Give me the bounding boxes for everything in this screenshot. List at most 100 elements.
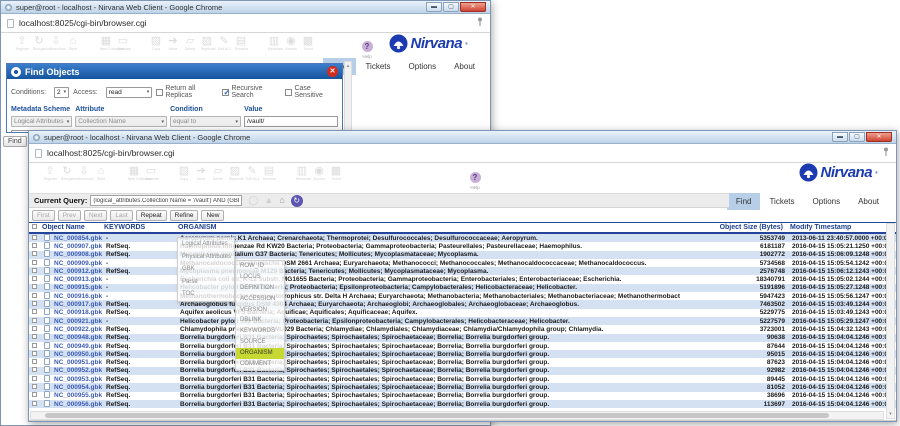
row-checkbox[interactable] [32, 318, 37, 323]
toolbar-button[interactable]: ▩ Ticket [301, 35, 315, 51]
row-checkbox[interactable] [32, 309, 37, 314]
toolbar-button[interactable]: ▩ Ticket [329, 165, 343, 181]
menu-item[interactable]: DBLINK [236, 315, 284, 326]
menu-item[interactable]: ORGANISM [236, 348, 284, 359]
help-button[interactable]: ? Help [467, 167, 483, 190]
object-name-link[interactable]: NC_000913.gbk [54, 276, 106, 283]
toolbar-button[interactable]: ▭ Annotate [116, 35, 130, 51]
select-all-checkbox[interactable] [32, 224, 37, 229]
up-icon[interactable]: ▲ [264, 195, 273, 206]
menu-item[interactable]: TOC [178, 288, 234, 301]
row-checkbox[interactable] [32, 359, 37, 364]
row-checkbox[interactable] [32, 293, 37, 298]
nav-button[interactable]: New [201, 210, 224, 221]
toolbar-button[interactable]: ✎ Edit ACL [245, 165, 259, 181]
maximize-button[interactable]: ▢ [443, 2, 459, 12]
row-checkbox[interactable] [32, 235, 37, 240]
toolbar-button[interactable]: ⌂ Store [66, 35, 80, 51]
object-name-link[interactable]: NC_000909.gbk [54, 260, 106, 267]
object-name-link[interactable]: NC_000948.gbk [54, 334, 106, 341]
menu-item[interactable]: KEYWORDS [236, 326, 284, 337]
title-bar[interactable]: super@root - localhost - Nirvana Web Cli… [29, 131, 896, 144]
scheme-select[interactable]: Logical Attributes [11, 116, 72, 127]
access-select[interactable]: read [106, 87, 153, 98]
row-checkbox[interactable] [32, 376, 37, 381]
menu-item[interactable]: ROW_ID [236, 261, 284, 272]
object-name-link[interactable]: NC_000921.gbk [54, 318, 106, 325]
nav-button[interactable]: Prev [58, 210, 81, 221]
toolbar-button[interactable]: ▱ Delete [183, 35, 197, 51]
scrollbar-horizontal[interactable] [30, 411, 884, 420]
row-checkbox[interactable] [32, 268, 37, 273]
title-bar[interactable]: super@root - localhost - Nirvana Web Cli… [1, 1, 490, 14]
attribute-select[interactable]: Collection Name [75, 116, 167, 127]
object-name-link[interactable]: NC_000951.gbk [54, 359, 106, 366]
toolbar-button[interactable]: ➔ Move [194, 165, 208, 181]
scrollbar-thumb[interactable] [45, 413, 829, 418]
col-organism[interactable]: ORGANISM [178, 224, 678, 231]
toolbar-button[interactable]: ✎ Edit ACL [217, 35, 231, 51]
close-button[interactable]: ✕ [866, 132, 892, 142]
row-checkbox[interactable] [32, 326, 37, 331]
toolbar-button[interactable]: ▧ Copy [149, 35, 163, 51]
address-bar[interactable]: localhost:8025/cgi-bin/browser.cgi [29, 144, 896, 163]
row-checkbox[interactable] [32, 334, 37, 339]
object-name-link[interactable]: NC_000918.gbk [54, 309, 106, 316]
row-checkbox[interactable] [32, 343, 37, 348]
toolbar-button[interactable]: ➔ Move [166, 35, 180, 51]
scrollbar-vertical[interactable]: ▴ [344, 61, 352, 131]
nav-tab[interactable]: Find [727, 193, 761, 210]
object-name-link[interactable]: NC_000908.gbk [54, 251, 106, 258]
nav-button[interactable]: First [32, 210, 55, 221]
scrollbar-vertical[interactable]: ▾ [886, 223, 895, 419]
toolbar-button[interactable]: ↻ Reorganize [60, 165, 74, 181]
col-keywords[interactable]: KEYWORDS [104, 224, 178, 231]
nav-tab[interactable]: Options [804, 193, 850, 210]
menu-item[interactable]: Parse [178, 276, 234, 289]
row-checkbox[interactable] [32, 301, 37, 306]
row-checkbox[interactable] [32, 384, 37, 389]
url-text[interactable]: localhost:8025/cgi-bin/browser.cgi [19, 18, 472, 28]
toolbar-button[interactable]: ▦ New Collection [99, 35, 113, 51]
row-checkbox[interactable] [32, 351, 37, 356]
toolbar-button[interactable]: ◉ Access [284, 35, 298, 51]
conditions-select[interactable]: 2 [54, 87, 69, 98]
toolbar-button[interactable]: ◉ Access [312, 165, 326, 181]
toolbar-button[interactable]: ▱ Delete [211, 165, 225, 181]
menu-item[interactable]: LOCUS [236, 272, 284, 283]
object-name-link[interactable]: NC_000952.gbk [54, 367, 106, 374]
pin-icon[interactable] [476, 14, 484, 32]
object-name-link[interactable]: NC_000912.gbk [54, 268, 106, 275]
menu-item[interactable]: SOURCE [236, 337, 284, 348]
object-name-link[interactable]: NC_000915.gbk [54, 284, 106, 291]
find-button[interactable]: Find [3, 136, 27, 147]
toolbar-button[interactable]: ↻ Reorganize [32, 35, 46, 51]
checkbox[interactable] [156, 89, 163, 96]
object-name-link[interactable]: NC_000907.gbk [54, 243, 106, 250]
address-bar[interactable]: localhost:8025/cgi-bin/browser.cgi [1, 14, 490, 33]
url-text[interactable]: localhost:8025/cgi-bin/browser.cgi [47, 148, 878, 158]
close-button[interactable]: ✕ [460, 2, 486, 12]
toolbar-button[interactable]: ⇧ Register [43, 165, 57, 181]
home-icon[interactable]: ⌂ [279, 195, 284, 206]
menu-item[interactable]: COMMENT [236, 359, 284, 370]
toolbar-button[interactable]: ▤ Rename [234, 35, 248, 51]
nav-tab[interactable]: About [849, 193, 888, 210]
col-object-size[interactable]: Object Size (Bytes) [678, 224, 783, 231]
object-name-link[interactable]: NC_000953.gbk [54, 376, 106, 383]
refresh-icon[interactable]: ↻ [291, 195, 303, 207]
menu-item[interactable]: DEFINITION [236, 283, 284, 294]
help-button[interactable]: ? Help [359, 36, 375, 59]
row-checkbox[interactable] [32, 284, 37, 289]
nav-tab[interactable]: About [445, 58, 484, 75]
globe-icon[interactable]: ◯ [248, 195, 258, 206]
dialog-title-bar[interactable]: Find Objects ✕ [7, 64, 342, 79]
object-name-link[interactable]: NC_000950.gbk [54, 351, 106, 358]
object-name-link[interactable]: NC_000922.gbk [54, 326, 106, 333]
toolbar-button[interactable]: ▦ New Collection [127, 165, 141, 181]
nav-button[interactable]: Last [110, 210, 132, 221]
minimize-button[interactable]: ▬ [832, 132, 848, 142]
object-name-link[interactable]: NC_000954.gbk [54, 384, 106, 391]
checkbox[interactable] [285, 89, 292, 96]
toolbar-button[interactable]: ▧ Copy [177, 165, 191, 181]
